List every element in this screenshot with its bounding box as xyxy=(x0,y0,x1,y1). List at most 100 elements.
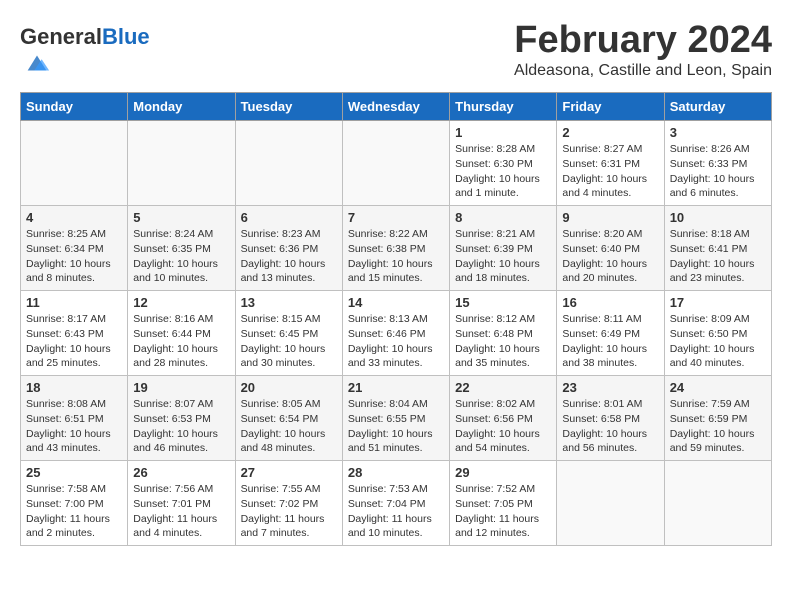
calendar-cell: 25 Sunrise: 7:58 AM Sunset: 7:00 PM Dayli… xyxy=(21,461,128,546)
cell-content: Sunrise: 8:22 AM Sunset: 6:38 PM Dayligh… xyxy=(348,227,444,286)
day-number: 16 xyxy=(562,295,658,310)
day-number: 7 xyxy=(348,210,444,225)
calendar-cell: 27Sunrise: 7:55 AM Sunset: 7:02 PM Dayli… xyxy=(235,461,342,546)
day-number: 20 xyxy=(241,380,337,395)
logo-blue-text: Blue xyxy=(102,24,150,49)
calendar-cell: 6 Sunrise: 8:23 AM Sunset: 6:36 PM Daylig… xyxy=(235,206,342,291)
day-number: 3 xyxy=(670,125,766,140)
calendar-cell: 15 Sunrise: 8:12 AM Sunset: 6:48 PM Dayli… xyxy=(450,291,557,376)
day-number: 27 xyxy=(241,465,337,480)
cell-content: Sunrise: 8:08 AM Sunset: 6:51 PM Dayligh… xyxy=(26,397,122,456)
cell-content: Sunrise: 8:11 AM Sunset: 6:49 PM Dayligh… xyxy=(562,312,658,371)
day-number: 13 xyxy=(241,295,337,310)
cell-content: Sunrise: 7:58 AM Sunset: 7:00 PM Dayligh… xyxy=(26,482,122,541)
cell-content: Sunrise: 8:17 AM Sunset: 6:43 PM Dayligh… xyxy=(26,312,122,371)
cell-content: Sunrise: 8:09 AM Sunset: 6:50 PM Dayligh… xyxy=(670,312,766,371)
day-number: 5 xyxy=(133,210,229,225)
weekday-header-saturday: Saturday xyxy=(664,93,771,121)
day-number: 22 xyxy=(455,380,551,395)
cell-content: Sunrise: 8:18 AM Sunset: 6:41 PM Dayligh… xyxy=(670,227,766,286)
cell-content: Sunrise: 7:53 AM Sunset: 7:04 PM Dayligh… xyxy=(348,482,444,541)
calendar-cell: 20Sunrise: 8:05 AM Sunset: 6:54 PM Dayli… xyxy=(235,376,342,461)
cell-content: Sunrise: 8:16 AM Sunset: 6:44 PM Dayligh… xyxy=(133,312,229,371)
title-block: February 2024 Aldeasona, Castille and Le… xyxy=(514,20,772,80)
day-number: 29 xyxy=(455,465,551,480)
cell-content: Sunrise: 8:28 AM Sunset: 6:30 PM Dayligh… xyxy=(455,142,551,201)
location-title: Aldeasona, Castille and Leon, Spain xyxy=(514,62,772,80)
day-number: 10 xyxy=(670,210,766,225)
day-number: 14 xyxy=(348,295,444,310)
cell-content: Sunrise: 8:26 AM Sunset: 6:33 PM Dayligh… xyxy=(670,142,766,201)
calendar-cell: 21 Sunrise: 8:04 AM Sunset: 6:55 PM Dayli… xyxy=(342,376,449,461)
calendar-cell: 7 Sunrise: 8:22 AM Sunset: 6:38 PM Daylig… xyxy=(342,206,449,291)
weekday-header-sunday: Sunday xyxy=(21,93,128,121)
calendar-cell: 13 Sunrise: 8:15 AM Sunset: 6:45 PM Dayli… xyxy=(235,291,342,376)
cell-content: Sunrise: 8:01 AM Sunset: 6:58 PM Dayligh… xyxy=(562,397,658,456)
calendar-cell: 19Sunrise: 8:07 AM Sunset: 6:53 PM Dayli… xyxy=(128,376,235,461)
cell-content: Sunrise: 8:24 AM Sunset: 6:35 PM Dayligh… xyxy=(133,227,229,286)
day-number: 8 xyxy=(455,210,551,225)
calendar-cell: 9Sunrise: 8:20 AM Sunset: 6:40 PM Daylig… xyxy=(557,206,664,291)
calendar-week-row: 4 Sunrise: 8:25 AM Sunset: 6:34 PM Daylig… xyxy=(21,206,772,291)
cell-content: Sunrise: 8:23 AM Sunset: 6:36 PM Dayligh… xyxy=(241,227,337,286)
cell-content: Sunrise: 7:52 AM Sunset: 7:05 PM Dayligh… xyxy=(455,482,551,541)
weekday-header-row: SundayMondayTuesdayWednesdayThursdayFrid… xyxy=(21,93,772,121)
calendar-cell: 23 Sunrise: 8:01 AM Sunset: 6:58 PM Dayli… xyxy=(557,376,664,461)
calendar-cell: 28 Sunrise: 7:53 AM Sunset: 7:04 PM Dayli… xyxy=(342,461,449,546)
day-number: 12 xyxy=(133,295,229,310)
day-number: 4 xyxy=(26,210,122,225)
cell-content: Sunrise: 8:21 AM Sunset: 6:39 PM Dayligh… xyxy=(455,227,551,286)
calendar-cell xyxy=(235,121,342,206)
cell-content: Sunrise: 8:20 AM Sunset: 6:40 PM Dayligh… xyxy=(562,227,658,286)
calendar-cell: 5 Sunrise: 8:24 AM Sunset: 6:35 PM Daylig… xyxy=(128,206,235,291)
day-number: 15 xyxy=(455,295,551,310)
calendar-cell: 26 Sunrise: 7:56 AM Sunset: 7:01 PM Dayli… xyxy=(128,461,235,546)
day-number: 17 xyxy=(670,295,766,310)
calendar-table: SundayMondayTuesdayWednesdayThursdayFrid… xyxy=(20,92,772,546)
calendar-cell: 11 Sunrise: 8:17 AM Sunset: 6:43 PM Dayli… xyxy=(21,291,128,376)
calendar-cell: 2 Sunrise: 8:27 AM Sunset: 6:31 PM Daylig… xyxy=(557,121,664,206)
day-number: 1 xyxy=(455,125,551,140)
day-number: 25 xyxy=(26,465,122,480)
logo: GeneralBlue xyxy=(20,25,150,82)
calendar-cell xyxy=(342,121,449,206)
calendar-cell: 18 Sunrise: 8:08 AM Sunset: 6:51 PM Dayli… xyxy=(21,376,128,461)
weekday-header-friday: Friday xyxy=(557,93,664,121)
cell-content: Sunrise: 8:13 AM Sunset: 6:46 PM Dayligh… xyxy=(348,312,444,371)
day-number: 2 xyxy=(562,125,658,140)
day-number: 18 xyxy=(26,380,122,395)
calendar-cell: 4 Sunrise: 8:25 AM Sunset: 6:34 PM Daylig… xyxy=(21,206,128,291)
day-number: 24 xyxy=(670,380,766,395)
logo-general-text: General xyxy=(20,24,102,49)
calendar-week-row: 18 Sunrise: 8:08 AM Sunset: 6:51 PM Dayli… xyxy=(21,376,772,461)
cell-content: Sunrise: 7:56 AM Sunset: 7:01 PM Dayligh… xyxy=(133,482,229,541)
cell-content: Sunrise: 8:12 AM Sunset: 6:48 PM Dayligh… xyxy=(455,312,551,371)
cell-content: Sunrise: 8:04 AM Sunset: 6:55 PM Dayligh… xyxy=(348,397,444,456)
cell-content: Sunrise: 8:15 AM Sunset: 6:45 PM Dayligh… xyxy=(241,312,337,371)
day-number: 28 xyxy=(348,465,444,480)
cell-content: Sunrise: 8:02 AM Sunset: 6:56 PM Dayligh… xyxy=(455,397,551,456)
calendar-cell: 3 Sunrise: 8:26 AM Sunset: 6:33 PM Daylig… xyxy=(664,121,771,206)
calendar-cell: 17 Sunrise: 8:09 AM Sunset: 6:50 PM Dayli… xyxy=(664,291,771,376)
calendar-cell: 16 Sunrise: 8:11 AM Sunset: 6:49 PM Dayli… xyxy=(557,291,664,376)
calendar-cell: 24 Sunrise: 7:59 AM Sunset: 6:59 PM Dayli… xyxy=(664,376,771,461)
day-number: 23 xyxy=(562,380,658,395)
weekday-header-tuesday: Tuesday xyxy=(235,93,342,121)
weekday-header-monday: Monday xyxy=(128,93,235,121)
day-number: 26 xyxy=(133,465,229,480)
day-number: 6 xyxy=(241,210,337,225)
calendar-cell: 10 Sunrise: 8:18 AM Sunset: 6:41 PM Dayli… xyxy=(664,206,771,291)
weekday-header-wednesday: Wednesday xyxy=(342,93,449,121)
day-number: 11 xyxy=(26,295,122,310)
cell-content: Sunrise: 7:59 AM Sunset: 6:59 PM Dayligh… xyxy=(670,397,766,456)
calendar-cell: 8 Sunrise: 8:21 AM Sunset: 6:39 PM Daylig… xyxy=(450,206,557,291)
logo-icon xyxy=(23,49,51,77)
page-header: GeneralBlue February 2024 Aldeasona, Cas… xyxy=(20,20,772,82)
cell-content: Sunrise: 8:07 AM Sunset: 6:53 PM Dayligh… xyxy=(133,397,229,456)
weekday-header-thursday: Thursday xyxy=(450,93,557,121)
cell-content: Sunrise: 8:27 AM Sunset: 6:31 PM Dayligh… xyxy=(562,142,658,201)
calendar-cell: 22 Sunrise: 8:02 AM Sunset: 6:56 PM Dayli… xyxy=(450,376,557,461)
calendar-cell xyxy=(128,121,235,206)
day-number: 21 xyxy=(348,380,444,395)
cell-content: Sunrise: 8:25 AM Sunset: 6:34 PM Dayligh… xyxy=(26,227,122,286)
